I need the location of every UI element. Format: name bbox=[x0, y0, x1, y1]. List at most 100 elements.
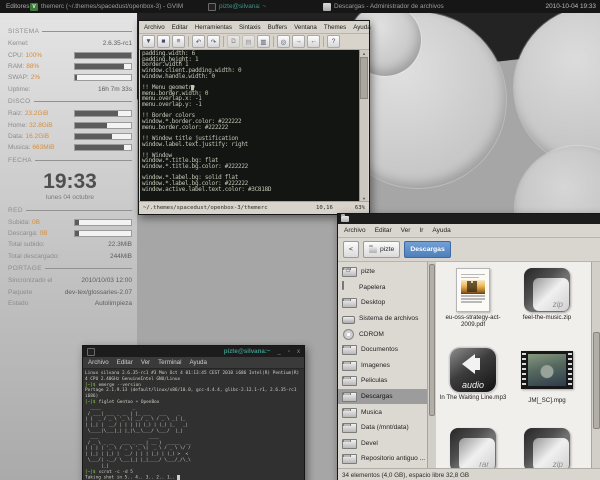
copy-icon[interactable]: ⧉ bbox=[227, 35, 240, 48]
row-label: RAM: bbox=[8, 63, 24, 70]
print-icon[interactable]: ≡ bbox=[172, 35, 185, 48]
shell-prompt: [~]$ bbox=[85, 383, 96, 388]
menu-ver[interactable]: Ver bbox=[141, 359, 150, 366]
sidebar-item-musica[interactable]: Musica bbox=[338, 404, 427, 420]
menu-sintaxis[interactable]: Sintaxis bbox=[239, 24, 261, 31]
sidebar-item-data[interactable]: Data (/mnt/data) bbox=[338, 420, 427, 436]
sidebar-item-descargas[interactable]: Descargas bbox=[338, 389, 427, 405]
menu-editar[interactable]: Editar bbox=[172, 24, 188, 31]
conky-row-disk: Home: 32.8GiB bbox=[8, 119, 132, 130]
sidebar-item-devel[interactable]: Devel bbox=[338, 436, 427, 452]
sidebar-item-desktop[interactable]: Desktop bbox=[338, 295, 427, 311]
file-mpg[interactable]: JM[_SC].mpg bbox=[512, 351, 582, 404]
gvim-menubar: Archivo Editar Herramientas Sintaxis Buf… bbox=[139, 21, 369, 33]
sidebar-item-trash[interactable]: Papelera bbox=[338, 280, 427, 296]
close-button[interactable]: x bbox=[297, 349, 300, 355]
gvim-text-area[interactable]: padding.width: 6 padding.height: 1 borde… bbox=[140, 50, 360, 202]
file-mp3[interactable]: audio In The Waiting Line.mp3 bbox=[438, 348, 508, 401]
path-button-home[interactable]: pizte bbox=[363, 241, 400, 258]
gvim-statusbar: ~/.themes/spacedust/openbox-3/themerc 10… bbox=[139, 201, 369, 214]
sidebar-item-filesystem[interactable]: Sistema de archivos bbox=[338, 311, 427, 327]
menu-archivo[interactable]: Archivo bbox=[88, 359, 109, 366]
conky-row-swap: SWAP: 2% bbox=[8, 72, 132, 83]
row-label: Kernel: bbox=[8, 40, 29, 47]
gvim-toolbar: ▼ ■ ≡ ↶ ↷ ⧉ ▤ ▥ ◎ → ← ? bbox=[139, 33, 369, 50]
maximize-button[interactable]: ▫ bbox=[288, 349, 290, 355]
terminal-output[interactable]: Linux silvana 2.6.35-rc1 #3 Mon Oct 4 01… bbox=[83, 369, 304, 480]
find-icon[interactable]: ◎ bbox=[277, 35, 290, 48]
menu-terminal[interactable]: Terminal bbox=[158, 359, 181, 366]
menu-ir[interactable]: Ir bbox=[419, 227, 423, 234]
menu-ayuda[interactable]: Ayuda bbox=[190, 359, 207, 366]
save-icon[interactable]: ■ bbox=[157, 35, 170, 48]
file-zip[interactable]: zip feel-the-music.zip bbox=[512, 268, 582, 321]
disk-bar bbox=[74, 133, 132, 140]
row-label: Estado bbox=[8, 300, 28, 307]
row-value: 0B bbox=[32, 219, 40, 226]
taskbar-item-gvim[interactable]: V themerc (~/.themes/spacedust/openbox-3… bbox=[30, 0, 206, 13]
sidebar-item-repositorio[interactable]: Repositorio antiguo ... bbox=[338, 451, 427, 467]
file-grid[interactable]: eu-oss-strategy-act-2009.pdf zip feel-th… bbox=[436, 262, 600, 469]
sidebar-item-cdrom[interactable]: CDROM bbox=[338, 326, 427, 342]
conky-row-package: Paquete dev-tex/glossaries-2.07 bbox=[8, 286, 132, 297]
file-pdf[interactable]: eu-oss-strategy-act-2009.pdf bbox=[438, 268, 508, 328]
path-button-descargas[interactable]: Descargas bbox=[404, 241, 450, 258]
menu-archivo[interactable]: Archivo bbox=[144, 24, 165, 31]
menu-buffers[interactable]: Buffers bbox=[268, 24, 288, 31]
sidebar-item-imagenes[interactable]: Imagenes bbox=[338, 358, 427, 374]
menu-themes[interactable]: Themes bbox=[324, 24, 346, 31]
scrollbar-thumb[interactable] bbox=[593, 332, 600, 429]
status-filename: ~/.themes/spacedust/openbox-3/themerc bbox=[143, 205, 268, 211]
menu-herramientas[interactable]: Herramientas bbox=[195, 24, 232, 31]
file-zip2[interactable]: zip bbox=[512, 428, 582, 469]
menu-ventana[interactable]: Ventana bbox=[294, 24, 317, 31]
sidebar-item-peliculas[interactable]: Peliculas bbox=[338, 373, 427, 389]
paste-over-icon[interactable]: ▥ bbox=[257, 35, 270, 48]
conky-section-red: RED bbox=[8, 204, 132, 217]
menu-ver[interactable]: Ver bbox=[401, 227, 411, 234]
menu-ayuda[interactable]: Ayuda bbox=[353, 24, 370, 31]
taskbar-item-filemanager[interactable]: Descargas - Administrador de archivos bbox=[323, 0, 499, 13]
file-rar[interactable]: rar bbox=[438, 428, 508, 469]
folder-icon bbox=[342, 376, 357, 386]
find-next-icon[interactable]: → bbox=[292, 35, 305, 48]
scrollbar-thumb[interactable] bbox=[360, 57, 368, 99]
menu-archivo[interactable]: Archivo bbox=[344, 227, 366, 234]
open-file-icon[interactable]: ▼ bbox=[142, 35, 155, 48]
files-scrollbar[interactable] bbox=[591, 262, 600, 469]
conky-clock: 19:33 bbox=[8, 170, 132, 194]
vim-icon: V bbox=[30, 3, 38, 11]
scroll-up-arrow[interactable]: ▲ bbox=[360, 50, 368, 57]
row-value: dev-tex/glossaries-2.07 bbox=[65, 289, 132, 296]
minimize-button[interactable]: _ bbox=[278, 349, 281, 355]
find-prev-icon[interactable]: ← bbox=[307, 35, 320, 48]
paste-icon[interactable]: ▤ bbox=[242, 35, 255, 48]
redo-icon[interactable]: ↷ bbox=[207, 35, 220, 48]
scrollbar-thumb[interactable] bbox=[429, 264, 435, 416]
menu-editar[interactable]: Editar bbox=[117, 359, 133, 366]
terminal-titlebar[interactable]: pizte@silvana:~ _ ▫ x bbox=[83, 346, 304, 357]
sidebar-item-documentos[interactable]: Documentos bbox=[338, 342, 427, 358]
conky-date: lunes 04 octubre bbox=[8, 194, 132, 201]
conky-section-portage: PORTAGE bbox=[8, 262, 132, 275]
filemanager-titlebar[interactable] bbox=[338, 214, 600, 224]
menu-editar[interactable]: Editar bbox=[375, 227, 392, 234]
task-label: themerc (~/.themes/spacedust/openbox-3) … bbox=[41, 3, 183, 10]
conky-row-ram: RAM: 88% bbox=[8, 61, 132, 72]
file-name: In The Waiting Line.mp3 bbox=[438, 394, 508, 401]
sidebar-scrollbar[interactable] bbox=[427, 262, 436, 469]
sidebar-item-home[interactable]: pizte bbox=[338, 264, 427, 280]
command-text: figlet Gentoo + OpenBox bbox=[99, 400, 160, 405]
undo-icon[interactable]: ↶ bbox=[192, 35, 205, 48]
task-label: pizte@silvana: ~ bbox=[219, 3, 266, 10]
help-icon[interactable]: ? bbox=[327, 35, 340, 48]
file-name: eu-oss-strategy-act-2009.pdf bbox=[438, 314, 508, 328]
back-button[interactable]: < bbox=[343, 241, 359, 258]
conky-row-disk: Data: 16.2GiB bbox=[8, 131, 132, 142]
taskbar-item-terminal[interactable]: pizte@silvana: ~ bbox=[208, 0, 288, 13]
folder-icon bbox=[342, 454, 357, 464]
gvim-scrollbar[interactable]: ▲ ▼ bbox=[359, 50, 368, 202]
countdown-line: Taking shot in 5.. 4.. 3.. 2.. 1.. bbox=[85, 475, 304, 480]
menu-ayuda[interactable]: Ayuda bbox=[432, 227, 450, 234]
row-value: 2010/10/03 12:00 bbox=[81, 277, 132, 284]
